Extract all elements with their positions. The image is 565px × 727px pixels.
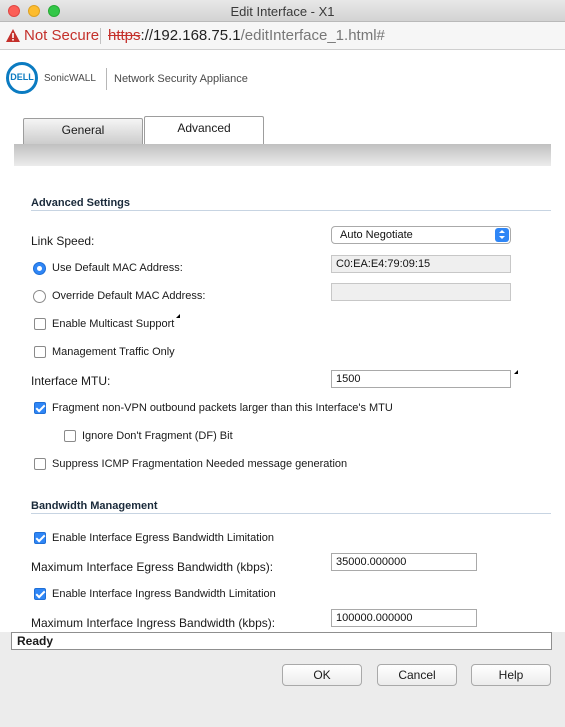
- mtu-label: Interface MTU:: [31, 374, 111, 388]
- dell-logo: DELL: [6, 62, 38, 94]
- link-speed-label: Link Speed:: [31, 234, 95, 248]
- url-text[interactable]: https://192.168.75.1/editInterface_1.htm…: [108, 27, 385, 44]
- page-header: DELL SonicWALL Network Security Applianc…: [0, 50, 565, 108]
- info-marker-icon: [514, 370, 518, 374]
- brand-separator: [106, 68, 107, 90]
- mtu-input[interactable]: 1500: [331, 370, 511, 388]
- egress-enable-checkbox[interactable]: [34, 532, 46, 544]
- warning-icon: [6, 29, 20, 42]
- url-path: /editInterface_1.html#: [240, 27, 385, 44]
- ignore-df-label: Ignore Don't Fragment (DF) Bit: [82, 430, 233, 442]
- section-title-advanced: Advanced Settings: [31, 197, 131, 209]
- ingress-enable-checkbox[interactable]: [34, 588, 46, 600]
- egress-bandwidth-input[interactable]: 35000.000000: [331, 553, 477, 571]
- section-divider: [31, 513, 551, 514]
- fragment-checkbox[interactable]: [34, 402, 46, 414]
- brand-name: SonicWALL: [44, 73, 96, 84]
- section-title-bandwidth: Bandwidth Management: [31, 500, 158, 512]
- multicast-checkbox[interactable]: [34, 318, 46, 330]
- ingress-bandwidth-input[interactable]: 100000.000000: [331, 609, 477, 627]
- status-bar: Ready: [11, 632, 552, 650]
- window-titlebar: Edit Interface - X1: [0, 0, 565, 22]
- override-mac-radio[interactable]: [33, 290, 46, 303]
- egress-max-label: Maximum Interface Egress Bandwidth (kbps…: [31, 560, 274, 574]
- address-bar[interactable]: Not Secure https://192.168.75.1/editInte…: [0, 22, 565, 50]
- fragment-label: Fragment non-VPN outbound packets larger…: [52, 402, 393, 414]
- tab-strip: [14, 144, 551, 166]
- link-speed-value: Auto Negotiate: [340, 229, 413, 241]
- multicast-label: Enable Multicast Support: [52, 318, 175, 330]
- tab-general[interactable]: General: [23, 118, 143, 146]
- override-mac-label: Override Default MAC Address:: [52, 290, 206, 302]
- use-default-mac-label: Use Default MAC Address:: [52, 262, 183, 274]
- suppress-icmp-label: Suppress ICMP Fragmentation Needed messa…: [52, 458, 348, 470]
- suppress-icmp-checkbox[interactable]: [34, 458, 46, 470]
- override-mac-field[interactable]: [331, 283, 511, 301]
- ingress-enable-label: Enable Interface Ingress Bandwidth Limit…: [52, 588, 276, 600]
- info-marker-icon: [176, 314, 180, 318]
- product-name: Network Security Appliance: [114, 73, 248, 85]
- cancel-button[interactable]: Cancel: [377, 664, 457, 686]
- link-speed-select[interactable]: Auto Negotiate: [331, 226, 511, 244]
- not-secure-label[interactable]: Not Secure: [24, 27, 99, 44]
- ingress-max-label: Maximum Interface Ingress Bandwidth (kbp…: [31, 616, 276, 630]
- url-host: ://192.168.75.1: [140, 27, 241, 44]
- tab-advanced[interactable]: Advanced: [144, 116, 264, 146]
- select-arrows-icon: [495, 228, 509, 242]
- window-title: Edit Interface - X1: [230, 4, 335, 19]
- ignore-df-checkbox[interactable]: [64, 430, 76, 442]
- mgmt-traffic-checkbox[interactable]: [34, 346, 46, 358]
- default-mac-field: C0:EA:E4:79:09:15: [331, 255, 511, 273]
- section-divider: [31, 210, 551, 211]
- mgmt-traffic-label: Management Traffic Only: [52, 346, 175, 358]
- address-separator: [100, 28, 101, 44]
- egress-enable-label: Enable Interface Egress Bandwidth Limita…: [52, 532, 274, 544]
- url-scheme: https: [108, 27, 141, 44]
- help-button[interactable]: Help: [471, 664, 551, 686]
- use-default-mac-radio[interactable]: [33, 262, 46, 275]
- ok-button[interactable]: OK: [282, 664, 362, 686]
